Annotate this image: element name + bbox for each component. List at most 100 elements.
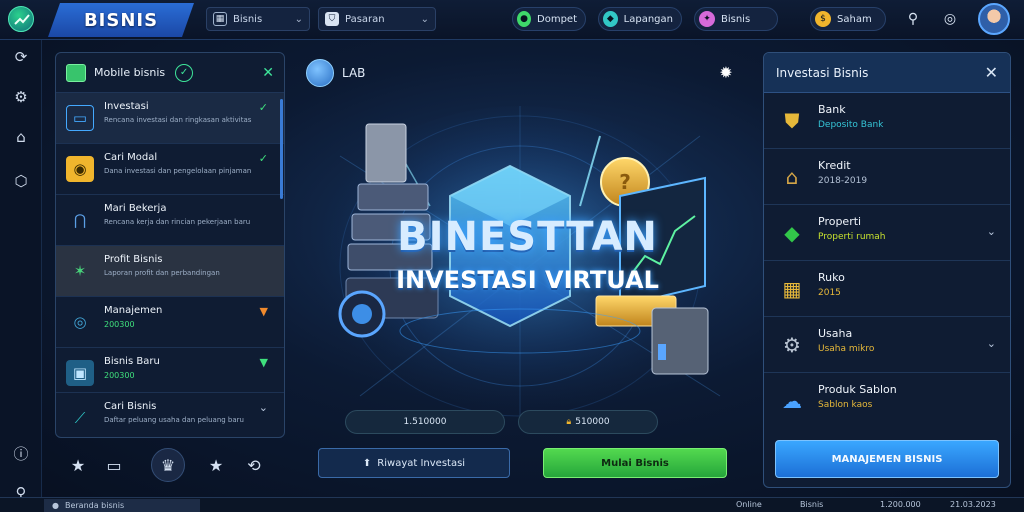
check-circle-icon[interactable]: ✓ [175, 63, 194, 82]
scrollbar[interactable] [280, 99, 283, 199]
field-pill[interactable]: ◆ Lapangan [598, 7, 682, 31]
close-icon[interactable]: ✕ [262, 65, 274, 81]
list-item[interactable]: ⚙ Usaha Usaha mikro ⌄ [764, 317, 1010, 373]
list-item[interactable]: ◎ Manajemen 200300 ▼ [56, 297, 284, 348]
hero-illustration: ? BINESTTAN INVESTASI VIRTUAL [300, 96, 755, 426]
app-logo-icon[interactable] [8, 6, 34, 32]
list-item[interactable]: ⋂ Mari Bekerja Rencana kerja dan rincian… [56, 195, 284, 246]
target-icon: ◎ [73, 313, 87, 331]
list-item-value: 200300 [104, 320, 135, 329]
avatar[interactable] [978, 3, 1010, 35]
list-item-subtitle: Rencana investasi dan ringkasan aktivita… [104, 116, 252, 124]
badge-icon: ▼ [259, 305, 268, 318]
chat-icon[interactable]: ⌂ [10, 126, 32, 148]
business-menu-header: Mobile bisnis ✓ ✕ [56, 53, 284, 93]
box-icon: ▣ [66, 360, 94, 386]
investment-panel-title: Investasi Bisnis [776, 65, 869, 80]
list-item-title: Properti [818, 215, 862, 228]
cube-icon[interactable]: ⬡ [10, 170, 32, 192]
list-item[interactable]: ▭ Investasi Rencana investasi dan ringka… [56, 93, 284, 144]
business-icon: ✦ [699, 11, 715, 27]
settings-icon[interactable]: ⚙ [10, 86, 32, 108]
cloud-icon: ☁ [782, 389, 802, 413]
status-bar: ● Beranda bisnis Online Bisnis 1.200.000… [0, 497, 1024, 512]
coin-icon: $ [815, 11, 831, 27]
grid-icon: ▦ [213, 12, 227, 26]
list-item[interactable]: ◉ Cari Modal Dana investasi dan pengelol… [56, 144, 284, 195]
status-date: 21.03.2023 [950, 500, 996, 509]
start-business-button[interactable]: Mulai Bisnis [543, 448, 727, 478]
help-icon[interactable]: ◎ [940, 9, 960, 29]
arch-icon: ⋂ [73, 211, 87, 229]
list-item-subtitle: Usaha mikro [818, 344, 875, 354]
investment-history-button[interactable]: ⬆ Riwayat Investasi [318, 448, 510, 478]
manage-business-button[interactable]: MANAJEMEN BISNIS [775, 440, 999, 478]
clock-icon[interactable]: ⟳ [10, 46, 32, 68]
left-rail: ⟳ ⚙ ⌂ ⬡ ⓘ ⚲ [0, 40, 42, 512]
list-item[interactable]: ▣ Bisnis Baru 200300 ▼ [56, 348, 284, 393]
chart-icon: ✶ [73, 262, 87, 280]
star-icon[interactable]: ★ [65, 452, 91, 478]
list-item-subtitle: Deposito Bank [818, 120, 884, 130]
stat-value-1: 1.510000 [403, 417, 447, 427]
lock-icon: 🔒︎ [566, 417, 572, 427]
stock-pill[interactable]: $ Saham [810, 7, 886, 31]
business-menu-panel: Mobile bisnis ✓ ✕ ▭ Investasi Rencana in… [55, 52, 285, 438]
list-item-subtitle: Rencana kerja dan rincian pekerjaan baru [104, 218, 251, 226]
shield-icon: ⛉ [325, 12, 339, 26]
wallet-pill[interactable]: ● Dompet [512, 7, 586, 31]
robot-icon [66, 63, 86, 82]
list-item-title: Cari Bisnis [104, 401, 157, 412]
reload-icon[interactable]: ⟲ [241, 452, 267, 478]
center-header: LAB [306, 58, 365, 88]
market-select[interactable]: ⛉ Pasaran ⌄ [318, 7, 436, 31]
close-icon[interactable]: ✕ [985, 63, 998, 82]
info-icon[interactable]: ⓘ [10, 442, 32, 464]
list-item[interactable]: ☁ Produk Sablon Sablon kaos [764, 373, 1010, 429]
center-label: LAB [342, 66, 366, 80]
crown-icon[interactable]: ♛ [151, 448, 185, 482]
check-icon: ✓ [258, 101, 268, 114]
hero-art: ? [310, 106, 730, 426]
field-icon: ◆ [603, 11, 618, 27]
search-icon[interactable]: ⚲ [903, 9, 923, 29]
coins-icon: ◉ [66, 156, 94, 182]
store-icon: ▦ [782, 277, 802, 301]
list-item[interactable]: ⟋ Cari Bisnis Daftar peluang usaha dan p… [56, 393, 284, 437]
list-item-title: Kredit [818, 159, 851, 172]
status-tab[interactable]: ● Beranda bisnis [44, 499, 200, 512]
status-tab-label: Beranda bisnis [64, 501, 125, 510]
stat-chip-2: 🔒︎ 510000 [518, 410, 658, 434]
list-item[interactable]: ◆ Properti Properti rumah ⌄ [764, 205, 1010, 261]
home-icon: ● [52, 501, 59, 510]
wallet-label: Dompet [537, 13, 577, 25]
list-item[interactable]: ⌂ Kredit 2018-2019 [764, 149, 1010, 205]
list-item-title: Bisnis Baru [104, 356, 160, 367]
business-select-value: Bisnis [233, 13, 263, 25]
favorite-icon[interactable]: ★ [203, 452, 229, 478]
hero-title: BINESTTAN [397, 214, 658, 260]
list-item-subtitle: Laporan profit dan perbandingan [104, 269, 220, 277]
list-item-subtitle: 2015 [818, 288, 841, 298]
wallet-icon: ● [517, 11, 532, 27]
list-item-title: Bank [818, 103, 846, 116]
list-item[interactable]: ▦ Ruko 2015 [764, 261, 1010, 317]
list-item-title: Manajemen [104, 305, 163, 316]
document-icon[interactable]: ▭ [101, 452, 127, 478]
gem-icon: ◆ [784, 221, 800, 245]
business-menu-title: Mobile bisnis [94, 66, 166, 79]
list-item-subtitle: 2018-2019 [818, 176, 868, 186]
status-balance: 1.200.000 [880, 500, 921, 509]
trend-icon: ⟋ [74, 409, 86, 427]
status-online: Online [736, 500, 762, 509]
business-select[interactable]: ▦ Bisnis ⌄ [206, 7, 310, 31]
list-item-title: Investasi [104, 101, 149, 112]
top-bar: BISNIS ▦ Bisnis ⌄ ⛉ Pasaran ⌄ ● Dompet ◆… [0, 0, 1024, 40]
list-item[interactable]: ✶ Profit Bisnis Laporan profit dan perba… [56, 246, 284, 297]
business-pill[interactable]: ✦ Bisnis [694, 7, 778, 31]
list-item[interactable]: ⛊ Bank Deposito Bank [764, 93, 1010, 149]
brand-title[interactable]: BISNIS [48, 3, 194, 37]
list-item-value: 200300 [104, 371, 135, 380]
sun-icon[interactable]: ✹ [716, 62, 736, 82]
start-business-label: Mulai Bisnis [601, 457, 669, 469]
